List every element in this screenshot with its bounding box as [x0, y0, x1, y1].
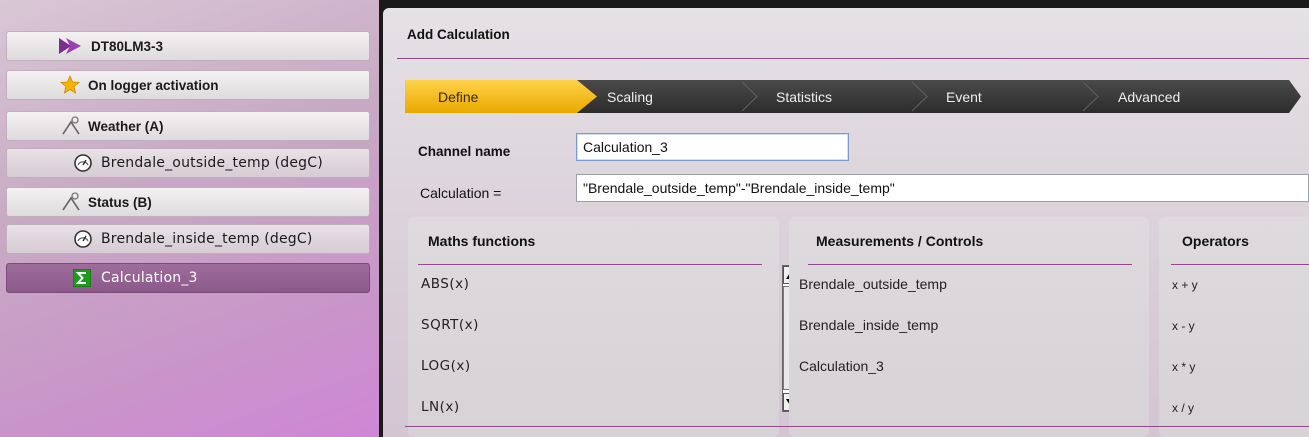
- calculation-label: Calculation =: [420, 185, 502, 201]
- operator-multiply[interactable]: x * y: [1172, 360, 1195, 374]
- measurement-item[interactable]: Brendale_outside_temp: [799, 276, 947, 292]
- operators-header: Operators: [1182, 233, 1249, 249]
- step-define[interactable]: Define: [438, 89, 478, 105]
- maths-header-divider: [418, 264, 762, 265]
- measurements-controls-header: Measurements / Controls: [816, 233, 984, 249]
- maths-functions-header: Maths functions: [428, 233, 536, 249]
- tree-item-label: Calculation_3: [101, 270, 198, 286]
- operator-add[interactable]: x + y: [1172, 278, 1198, 292]
- maths-functions-panel: Maths functions ABS(x) SQRT(x) LOG(x) LN…: [408, 217, 799, 437]
- tree-item-label: Status (B): [88, 194, 152, 210]
- tree-item-on-logger-activation[interactable]: On logger activation: [6, 70, 370, 100]
- tree-item-logger[interactable]: DT80LM3-3: [6, 31, 370, 61]
- maths-item-sqrt[interactable]: SQRT(x): [421, 317, 479, 333]
- step-statistics[interactable]: Statistics: [776, 89, 832, 105]
- add-calculation-panel: Add Calculation Define Scaling Statistic…: [383, 8, 1309, 437]
- tree-item-weather[interactable]: Weather (A): [6, 111, 370, 141]
- tree-item-brendale-outside-temp[interactable]: Brendale_outside_temp (degC): [6, 148, 370, 178]
- star-icon: [59, 74, 81, 95]
- tree-item-brendale-inside-temp[interactable]: Brendale_inside_temp (degC): [6, 224, 370, 254]
- sigma-icon: [72, 268, 92, 288]
- channel-tree-sidebar: DT80LM3-3 On logger activation Weather (…: [0, 0, 379, 437]
- title-divider: [397, 58, 1309, 59]
- maths-item-ln[interactable]: LN(x): [421, 399, 460, 415]
- operator-subtract[interactable]: x - y: [1172, 319, 1195, 333]
- tree-item-label: Weather (A): [88, 118, 164, 134]
- step-event[interactable]: Event: [946, 89, 982, 105]
- channel-name-input[interactable]: [576, 133, 849, 161]
- tree-item-calculation-3[interactable]: Calculation_3: [6, 263, 370, 293]
- play-logo-icon: [57, 36, 83, 56]
- wind-sensor-icon: [60, 192, 82, 212]
- measurement-item[interactable]: Brendale_inside_temp: [799, 317, 938, 333]
- tree-item-label: Brendale_inside_temp (degC): [101, 231, 313, 247]
- wizard-steps: Define Scaling Statistics Event Advanced: [405, 80, 1309, 113]
- step-scaling[interactable]: Scaling: [607, 89, 653, 105]
- gauge-icon: [73, 153, 93, 173]
- step-advanced[interactable]: Advanced: [1118, 89, 1180, 105]
- measurements-controls-panel: Measurements / Controls Brendale_outside…: [789, 217, 1149, 437]
- bottom-divider: [405, 426, 1309, 427]
- operator-divide[interactable]: x / y: [1172, 401, 1194, 415]
- gauge-icon: [73, 229, 93, 249]
- wind-sensor-icon: [60, 116, 82, 136]
- maths-item-log[interactable]: LOG(x): [421, 358, 471, 374]
- operators-panel: Operators x + y x - y x * y x / y: [1159, 217, 1309, 437]
- operators-header-divider: [1171, 264, 1309, 265]
- measurements-header-divider: [808, 264, 1132, 265]
- panel-title: Add Calculation: [407, 27, 510, 42]
- tree-item-label: On logger activation: [88, 77, 219, 93]
- measurement-item[interactable]: Calculation_3: [799, 358, 884, 374]
- calculation-expression-input[interactable]: [576, 174, 1309, 202]
- tree-item-label: DT80LM3-3: [91, 38, 164, 54]
- channel-name-label: Channel name: [418, 144, 511, 159]
- maths-item-abs[interactable]: ABS(x): [421, 276, 469, 292]
- tree-item-status[interactable]: Status (B): [6, 187, 370, 217]
- tree-item-label: Brendale_outside_temp (degC): [101, 155, 323, 171]
